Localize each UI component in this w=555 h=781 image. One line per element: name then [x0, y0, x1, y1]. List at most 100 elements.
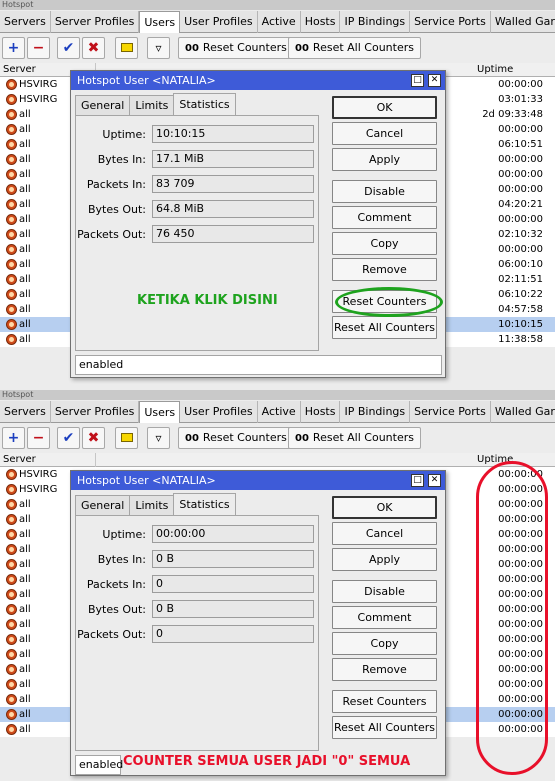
server-cell: all: [19, 289, 31, 300]
reset-counters-button[interactable]: 00 Reset Counters: [178, 427, 294, 449]
disable-button[interactable]: Disable: [332, 580, 437, 603]
remove-icon[interactable]: −: [27, 37, 50, 59]
tab-walled-garden[interactable]: Walled Garden: [491, 11, 555, 33]
tab-user-profiles[interactable]: User Profiles: [180, 401, 258, 423]
user-dialog: Hotspot User <NATALIA> □ ✕ General Limit…: [70, 470, 446, 776]
packets-in-value: 0: [152, 575, 314, 593]
disable-x-icon[interactable]: ✖: [82, 37, 105, 59]
enable-check-icon[interactable]: ✔: [57, 427, 80, 449]
server-cell: all: [19, 544, 31, 555]
user-icon: [6, 514, 17, 525]
user-icon: [6, 154, 17, 165]
disable-x-icon[interactable]: ✖: [82, 427, 105, 449]
server-cell: all: [19, 694, 31, 705]
user-icon: [6, 244, 17, 255]
tab-general[interactable]: General: [75, 95, 131, 115]
remove-button[interactable]: Remove: [332, 258, 437, 281]
column-server[interactable]: Server: [0, 453, 96, 467]
server-cell: all: [19, 634, 31, 645]
enable-check-icon[interactable]: ✔: [57, 37, 80, 59]
column-uptime[interactable]: Uptime: [474, 63, 555, 77]
tab-general[interactable]: General: [75, 495, 131, 515]
bytes-out-label: Bytes Out:: [87, 603, 146, 616]
apply-button[interactable]: Apply: [332, 148, 437, 171]
user-icon: [6, 139, 17, 150]
tab-hosts[interactable]: Hosts: [301, 401, 341, 423]
server-cell: all: [19, 574, 31, 585]
hotspot-panel-after: Hotspot Servers Server Profiles Users Us…: [0, 390, 555, 781]
disable-button[interactable]: Disable: [332, 180, 437, 203]
bytes-out-value: 64.8 MiB: [152, 200, 314, 218]
server-cell: all: [19, 649, 31, 660]
filter-icon[interactable]: ▿: [147, 37, 170, 59]
statistics-panel: Uptime: 10:10:15 Bytes In: 17.1 MiB Packet…: [75, 115, 319, 351]
reset-all-counters-button[interactable]: 00 Reset All Counters: [288, 427, 421, 449]
copy-button[interactable]: Copy: [332, 632, 437, 655]
tab-users[interactable]: Users: [139, 11, 181, 33]
dialog-tabs: General Limits Statistics: [75, 493, 236, 515]
reset-all-counters-dialog-button[interactable]: Reset All Counters: [332, 716, 437, 739]
apply-button[interactable]: Apply: [332, 548, 437, 571]
tab-service-ports[interactable]: Service Ports: [410, 401, 491, 423]
statistics-panel: Uptime: 00:00:00 Bytes In: 0 B Packets In:…: [75, 515, 319, 751]
maximize-icon[interactable]: □: [411, 74, 424, 87]
user-icon: [6, 199, 17, 210]
filter-icon[interactable]: ▿: [147, 427, 170, 449]
tab-service-ports[interactable]: Service Ports: [410, 11, 491, 33]
tab-server-profiles[interactable]: Server Profiles: [51, 11, 140, 33]
tab-user-profiles[interactable]: User Profiles: [180, 11, 258, 33]
comment-button[interactable]: Comment: [332, 606, 437, 629]
tab-servers[interactable]: Servers: [0, 11, 51, 33]
annotation-click-here: KETIKA KLIK DISINI: [137, 293, 278, 308]
ok-button[interactable]: OK: [332, 496, 437, 519]
tab-active[interactable]: Active: [258, 11, 301, 33]
bytes-in-label: Bytes In:: [97, 153, 146, 166]
tab-hosts[interactable]: Hosts: [301, 11, 341, 33]
tab-limits[interactable]: Limits: [129, 95, 175, 115]
close-icon[interactable]: ✕: [428, 474, 441, 487]
remove-icon[interactable]: −: [27, 427, 50, 449]
user-icon: [6, 229, 17, 240]
server-cell: all: [19, 709, 31, 720]
table-header: Server Uptime: [0, 453, 555, 467]
tab-walled-garden[interactable]: Walled Garden: [491, 401, 555, 423]
comment-icon[interactable]: [115, 37, 138, 59]
reset-all-counters-dialog-button[interactable]: Reset All Counters: [332, 316, 437, 339]
uptime-cell: 00:00:00: [498, 244, 543, 255]
highlight-ellipse: [335, 287, 443, 317]
tab-server-profiles[interactable]: Server Profiles: [51, 401, 140, 423]
close-icon[interactable]: ✕: [428, 74, 441, 87]
maximize-icon[interactable]: □: [411, 474, 424, 487]
copy-button[interactable]: Copy: [332, 232, 437, 255]
user-icon: [6, 679, 17, 690]
tab-statistics[interactable]: Statistics: [173, 493, 236, 515]
reset-all-counters-button[interactable]: 00 Reset All Counters: [288, 37, 421, 59]
tab-ip-bindings[interactable]: IP Bindings: [340, 401, 411, 423]
remove-button[interactable]: Remove: [332, 658, 437, 681]
tab-statistics[interactable]: Statistics: [173, 93, 236, 115]
server-cell: all: [19, 199, 31, 210]
uptime-cell: 04:20:21: [498, 199, 543, 210]
toolbar: + − ✔ ✖ ▿ 00 Reset Counters 00 Reset All C…: [0, 424, 555, 452]
comment-button[interactable]: Comment: [332, 206, 437, 229]
packets-in-label: Packets In:: [86, 578, 146, 591]
user-icon: [6, 289, 17, 300]
cancel-button[interactable]: Cancel: [332, 122, 437, 145]
add-icon[interactable]: +: [2, 37, 25, 59]
comment-icon[interactable]: [115, 427, 138, 449]
add-icon[interactable]: +: [2, 427, 25, 449]
reset-counters-button[interactable]: 00 Reset Counters: [178, 37, 294, 59]
ok-button[interactable]: OK: [332, 96, 437, 119]
reset-counters-dialog-button[interactable]: Reset Counters: [332, 690, 437, 713]
tab-active[interactable]: Active: [258, 401, 301, 423]
tab-limits[interactable]: Limits: [129, 495, 175, 515]
uptime-cell: 00:00:00: [498, 154, 543, 165]
tab-ip-bindings[interactable]: IP Bindings: [340, 11, 411, 33]
tab-users[interactable]: Users: [139, 401, 181, 423]
bytes-in-row: Bytes In: 17.1 MiB: [76, 150, 316, 170]
user-icon: [6, 589, 17, 600]
cancel-button[interactable]: Cancel: [332, 522, 437, 545]
tab-servers[interactable]: Servers: [0, 401, 51, 423]
uptime-cell: 02:11:51: [498, 274, 543, 285]
bytes-in-value: 0 B: [152, 550, 314, 568]
